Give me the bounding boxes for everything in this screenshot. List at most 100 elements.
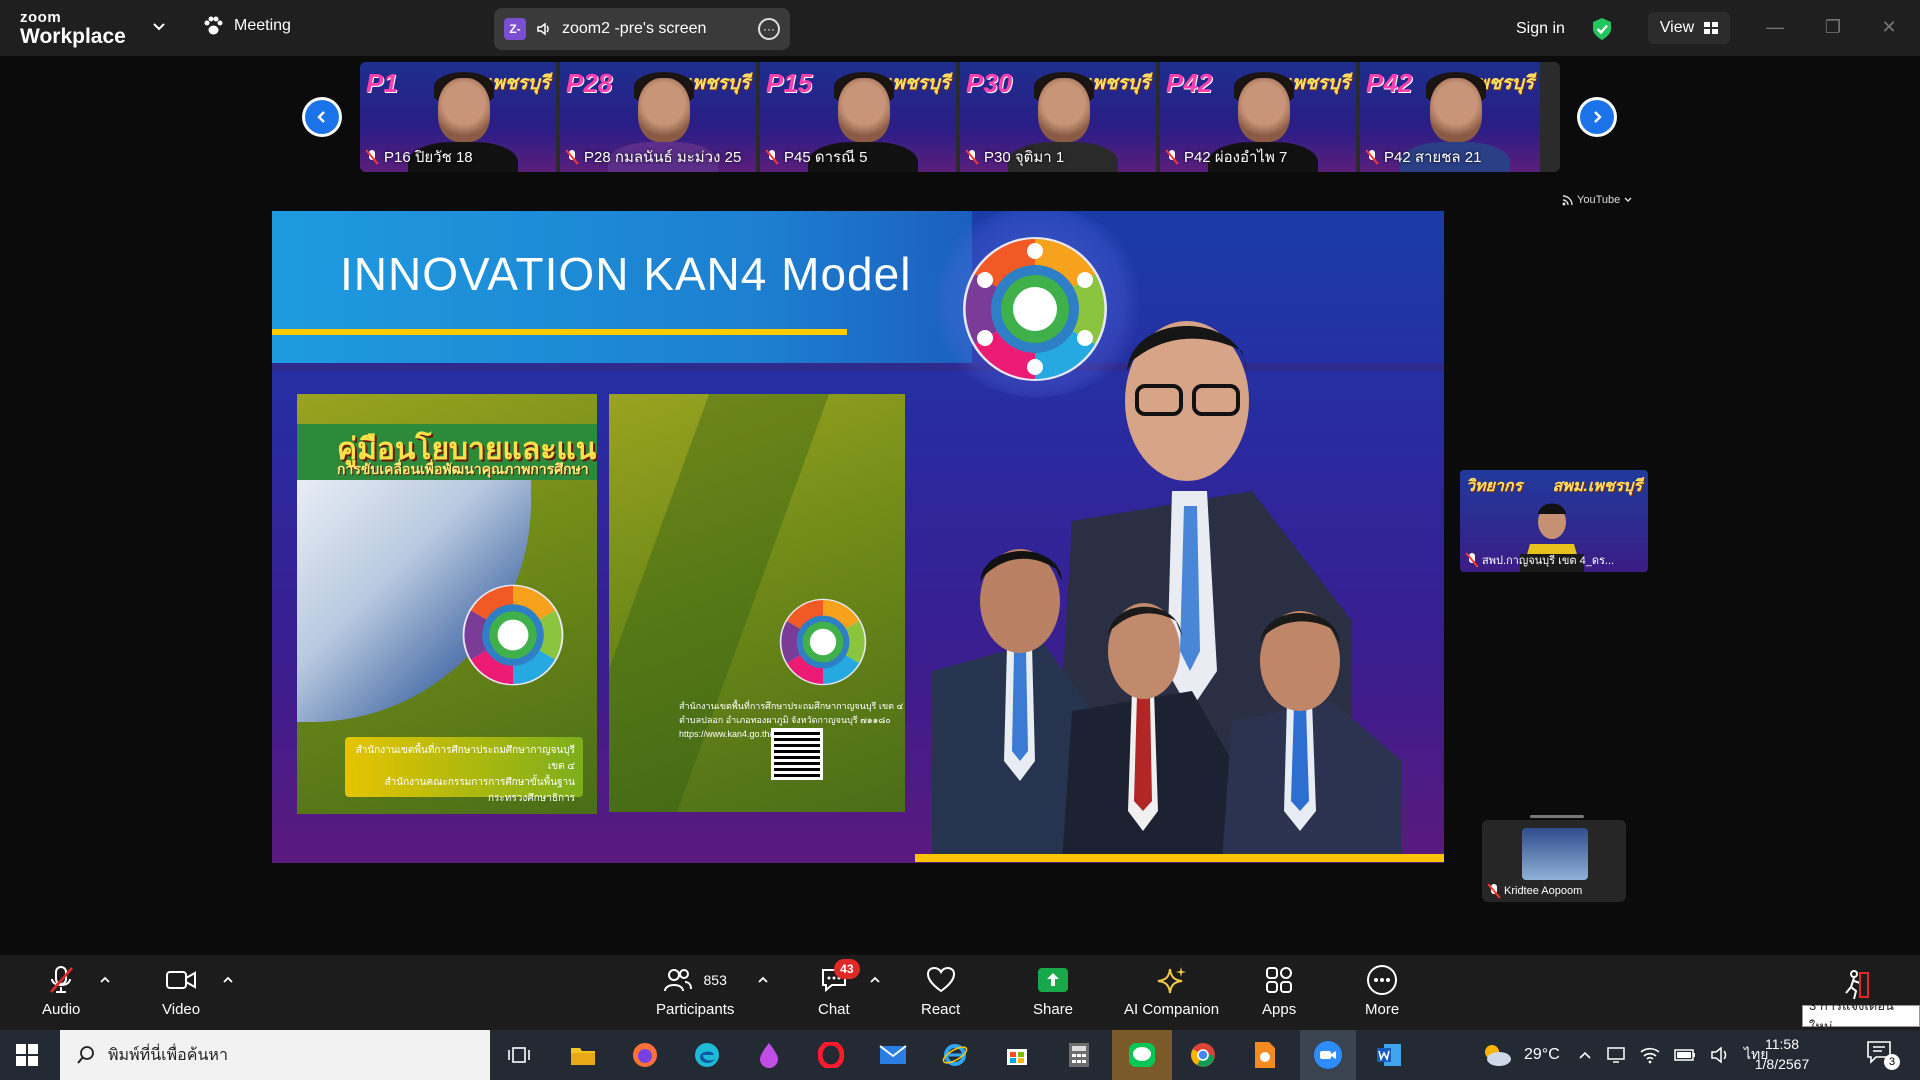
notification-count: 3	[1884, 1054, 1900, 1070]
participant-tile[interactable]: P1 สพม.เพชรบุรี P16 ปิยวัช 18	[360, 62, 556, 172]
close-icon[interactable]: ✕	[1878, 16, 1900, 38]
notification-tooltip: 3 การแจ้งเตือนใหม่	[1802, 998, 1920, 1034]
audio-label: Audio	[42, 1001, 81, 1018]
system-tray: ไทย	[1578, 1030, 1768, 1080]
chrome-icon[interactable]	[1186, 1039, 1220, 1071]
broadcast-icon	[1562, 194, 1573, 205]
share-button[interactable]: Share	[1033, 965, 1073, 1018]
search-icon	[77, 1046, 94, 1064]
mic-muted-icon	[1366, 150, 1378, 164]
more-label: More	[1365, 1001, 1400, 1018]
self-view-name: Kridtee Aopoom	[1504, 885, 1583, 897]
minimize-icon[interactable]: —	[1764, 16, 1786, 38]
participants-icon	[663, 969, 692, 992]
chat-button[interactable]: 43 Chat	[818, 959, 860, 1018]
handbook-subtitle: การขับเคลื่อนเพื่อพัฒนาคุณภาพการศึกษา	[337, 461, 589, 477]
heart-icon	[926, 966, 955, 993]
kan4-gear-logo	[779, 598, 867, 686]
chat-label: Chat	[818, 1001, 850, 1018]
ai-companion-button[interactable]: AI Companion	[1124, 965, 1219, 1018]
video-button[interactable]: Video	[162, 965, 200, 1018]
participants-button[interactable]: 853 Participants	[656, 965, 734, 1018]
zoom-workplace-logo[interactable]: zoom Workplace	[20, 10, 126, 47]
tile-code: P42	[1366, 68, 1413, 98]
ai-companion-label: AI Companion	[1124, 1001, 1220, 1018]
edge-icon[interactable]	[690, 1039, 724, 1071]
wifi-icon[interactable]	[1640, 1046, 1660, 1064]
mic-muted-icon	[566, 150, 578, 164]
clock-time: 11:58	[1765, 1036, 1799, 1052]
apps-label: Apps	[1262, 1001, 1297, 1018]
chevron-up-icon[interactable]	[1578, 1048, 1592, 1062]
windows-start-icon[interactable]	[16, 1044, 38, 1066]
mic-muted-icon	[50, 966, 74, 993]
line-app-icon[interactable]	[1112, 1030, 1172, 1080]
mail-icon[interactable]	[876, 1039, 910, 1071]
drag-handle[interactable]	[1530, 815, 1584, 818]
grid-view-icon	[1704, 22, 1719, 34]
screen-share-pill[interactable]: Z- zoom2 -pre's screen ···	[494, 8, 790, 50]
participant-tile[interactable]: P28 สพม.เพชรบุรี P28 กมลนันธ์ มะม่วง 25	[560, 62, 756, 172]
cloud-icon	[1485, 1045, 1511, 1066]
more-options-icon[interactable]: ···	[758, 18, 780, 40]
gallery-prev-button[interactable]	[302, 97, 342, 137]
chevron-down-icon[interactable]	[152, 20, 166, 34]
weather-widget[interactable]: 29°C	[1480, 1030, 1560, 1080]
taskbar-search[interactable]: พิมพ์ที่นี่เพื่อค้นหา	[60, 1030, 490, 1080]
drop-app-icon[interactable]	[752, 1039, 786, 1071]
chevron-left-icon	[317, 111, 325, 123]
self-view-tile[interactable]: Kridtee Aopoom	[1482, 820, 1626, 902]
chat-unread-badge: 43	[833, 959, 860, 979]
slide-bottom-bar	[915, 854, 1444, 862]
audio-button[interactable]: Audio	[42, 965, 80, 1018]
top-bar: zoom Workplace Meeting Z- zoom2 -pre's s…	[0, 0, 1920, 56]
chevron-down-icon	[1624, 197, 1632, 202]
restore-icon[interactable]: ❐	[1822, 16, 1844, 38]
livestream-indicator[interactable]: YouTube	[1562, 194, 1632, 206]
store-icon[interactable]	[1000, 1039, 1034, 1071]
participant-name: P16 ปิยวัช 18	[384, 149, 473, 166]
zoom-app-icon[interactable]	[1300, 1030, 1356, 1080]
volume-icon[interactable]	[1710, 1046, 1730, 1064]
share-screen-icon	[1038, 968, 1069, 992]
sign-in-button[interactable]: Sign in	[1516, 20, 1565, 38]
tile-code: P30	[966, 68, 1013, 98]
react-button[interactable]: React	[921, 965, 960, 1018]
view-button[interactable]: View	[1648, 12, 1730, 44]
file-explorer-icon[interactable]	[566, 1039, 600, 1071]
taskbar-clock[interactable]: 11:58 1/8/2567	[1752, 1034, 1812, 1074]
view-label: View	[1659, 19, 1695, 36]
qr-code	[771, 728, 823, 780]
participants-label: Participants	[656, 1001, 735, 1018]
calculator-icon[interactable]	[1062, 1039, 1096, 1071]
participant-tile[interactable]: P42 สพม.เพชรบุรี P42 ผ่องอำไพ 7	[1160, 62, 1356, 172]
task-view-icon[interactable]	[502, 1039, 536, 1071]
participant-tile[interactable]: P15 สพม.เพชรบุรี P45 ดารณี 5	[760, 62, 956, 172]
opera-icon[interactable]	[814, 1039, 848, 1071]
self-view-image	[1522, 828, 1588, 880]
meeting-label: Meeting	[234, 17, 291, 34]
participant-tile[interactable]: P30 สพม.เพชรบุรี P30 จุติมา 1	[960, 62, 1156, 172]
apps-button[interactable]: Apps	[1262, 965, 1296, 1018]
display-icon[interactable]	[1606, 1045, 1626, 1065]
shield-check-icon[interactable]	[1591, 17, 1613, 41]
meeting-menu[interactable]: Meeting	[202, 16, 291, 36]
firefox-icon[interactable]	[628, 1039, 662, 1071]
internet-explorer-icon[interactable]	[938, 1039, 972, 1071]
more-button[interactable]: More	[1365, 965, 1399, 1018]
speaker-icon[interactable]	[536, 21, 552, 37]
notification-center-button[interactable]: 3	[1866, 1040, 1900, 1070]
back-text-line: สำนักงานเขตพื้นที่การศึกษาประถมศึกษากาญจ…	[679, 701, 904, 711]
video-options-caret-icon[interactable]	[221, 973, 235, 987]
battery-icon[interactable]	[1674, 1048, 1696, 1062]
chat-options-caret-icon[interactable]	[868, 973, 882, 987]
speaker-tile[interactable]: วิทยากร สพม.เพชรบุรี สพป.กาญจนบุรี เขต 4_…	[1460, 470, 1648, 572]
participant-name: P42 สายชล 21	[1384, 149, 1482, 166]
word-icon[interactable]	[1372, 1039, 1406, 1071]
participants-options-caret-icon[interactable]	[756, 973, 770, 987]
audio-options-caret-icon[interactable]	[98, 973, 112, 987]
participant-tile[interactable]: P42สพม.เพชรบุรี P42 สายชล 21	[1360, 62, 1540, 172]
presentation-app-icon[interactable]	[1248, 1039, 1282, 1071]
more-dots-icon	[1367, 965, 1398, 995]
gallery-next-button[interactable]	[1577, 97, 1617, 137]
